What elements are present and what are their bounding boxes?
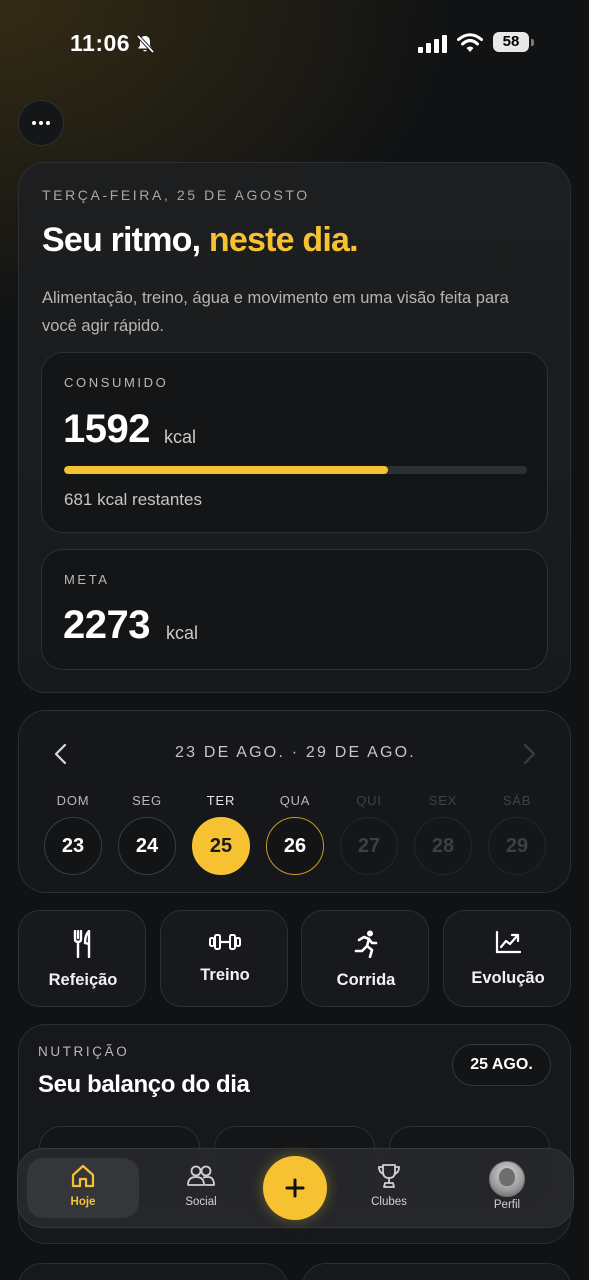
day-26[interactable]: QUA 26 [266,793,324,875]
day-number: 28 [414,817,472,875]
day-name: QUA [279,793,311,808]
day-name: SEG [132,793,162,808]
action-label: Evolução [471,969,545,987]
chevron-right-icon [523,743,536,765]
consumed-value: 1592 [63,407,150,451]
home-icon [71,1164,95,1188]
avatar [489,1161,525,1197]
tab-clubes[interactable]: Clubes [333,1158,445,1218]
people-icon [187,1165,215,1186]
wifi-icon [457,33,483,52]
day-name: QUI [356,793,382,808]
tab-label: Hoje [70,1196,96,1208]
tab-label: Clubes [371,1196,407,1208]
day-number: 23 [44,817,102,875]
action-label: Corrida [336,971,396,989]
plus-icon [285,1178,305,1198]
calorie-progress-bar [64,466,527,474]
daily-summary-card: TERÇA-FEIRA, 25 DE AGOSTO Seu ritmo, nes… [18,162,571,693]
chart-line-icon [495,930,521,954]
action-label: Treino [200,966,250,984]
tab-label: Perfil [493,1199,521,1211]
day-name: TER [206,793,236,808]
goal-value: 2273 [63,603,150,647]
status-bar: 11:06 58 [0,28,589,62]
day-name: SEX [428,793,458,808]
remaining-calories: 681 kcal restantes [64,490,202,509]
consumed-card[interactable]: CONSUMIDO 1592 kcal 681 kcal restantes [41,352,548,533]
bell-slash-icon [136,34,154,54]
goal-label: META [64,572,110,587]
date-label: TERÇA-FEIRA, 25 DE AGOSTO [42,187,310,203]
calorie-progress-fill [64,466,389,474]
day-number: 27 [340,817,398,875]
page-subtitle: Alimentação, treino, água e movimento em… [42,289,509,335]
tab-bar: Hoje Social Clubes Perfil [17,1148,574,1228]
day-24[interactable]: SEG 24 [118,793,176,875]
action-label: Refeição [48,971,118,989]
day-number: 29 [488,817,546,875]
day-27: QUI 27 [340,793,398,875]
running-icon [354,930,378,958]
add-run-button[interactable]: Corrida [301,910,429,1007]
dot-icon [46,121,50,125]
add-button[interactable] [263,1156,327,1220]
week-range: 23 DE AGO. · 29 DE AGO. [175,744,416,761]
section-card [302,1263,571,1280]
day-number: 25 [192,817,250,875]
day-number: 24 [118,817,176,875]
day-29: SÁB 29 [488,793,546,875]
page-title: Seu ritmo, neste dia. [42,221,359,260]
dot-icon [39,121,43,125]
headline-main: Seu ritmo, [42,221,201,259]
week-selector: 23 DE AGO. · 29 DE AGO. DOM 23 SEG 24 TE… [18,710,571,893]
battery-tip [531,39,534,46]
day-name: DOM [56,793,90,808]
tab-hoje[interactable]: Hoje [27,1158,139,1218]
tab-social[interactable]: Social [145,1158,257,1218]
day-number: 26 [266,817,324,875]
tab-label: Social [185,1196,217,1208]
dumbbell-icon [209,934,241,950]
more-options-button[interactable] [18,100,64,146]
day-28: SEX 28 [414,793,472,875]
add-meal-button[interactable]: Refeição [18,910,146,1007]
signal-icon [418,35,447,53]
consumed-unit: kcal [164,427,197,447]
section-card [18,1263,288,1280]
day-23[interactable]: DOM 23 [44,793,102,875]
day-name: SÁB [502,793,532,808]
tab-perfil[interactable]: Perfil [451,1158,563,1218]
date-pill[interactable]: 25 AGO. [452,1044,551,1086]
headline-accent: neste dia. [208,221,359,259]
progress-button[interactable]: Evolução [443,910,571,1007]
trophy-icon [378,1164,400,1188]
dot-icon [32,121,36,125]
goal-card[interactable]: META 2273 kcal [41,549,548,670]
consumed-label: CONSUMIDO [64,375,169,390]
nutrition-label: NUTRIÇÃO [38,1044,130,1059]
goal-unit: kcal [166,623,199,643]
status-time: 11:06 [70,30,131,56]
nutrition-title: Seu balanço do dia [38,1071,250,1098]
day-25[interactable]: TER 25 [192,793,250,875]
add-workout-button[interactable]: Treino [160,910,288,1007]
battery-icon: 58 [493,32,529,52]
fork-knife-icon [73,930,91,958]
